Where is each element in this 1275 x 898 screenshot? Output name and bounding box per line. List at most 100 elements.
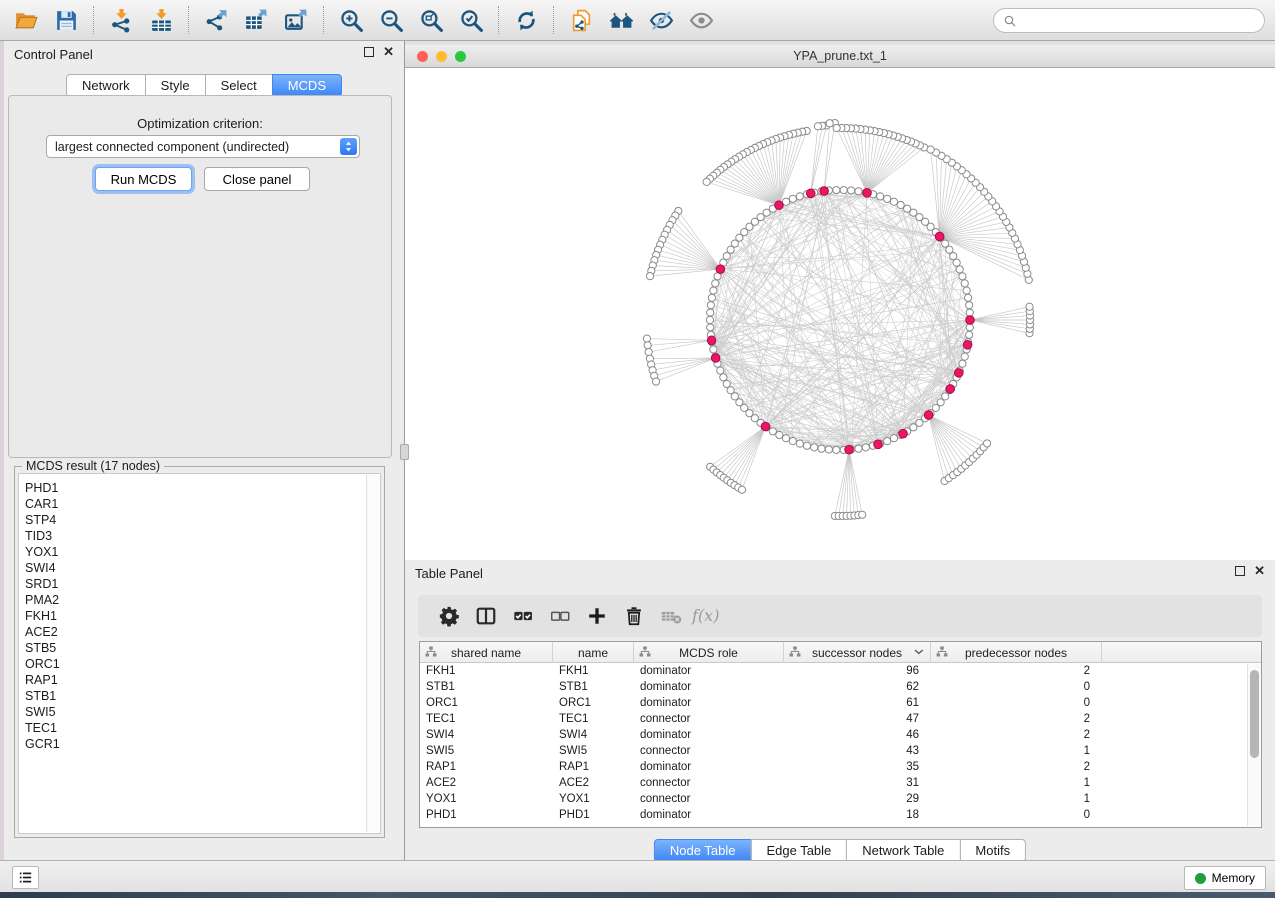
close-panel-icon[interactable]: ✕: [383, 47, 394, 57]
network-canvas[interactable]: [405, 68, 1275, 560]
close-panel-button[interactable]: Close panel: [204, 167, 310, 191]
dominator-node[interactable]: [806, 189, 815, 198]
dominator-node[interactable]: [775, 201, 784, 210]
network-node[interactable]: [796, 193, 803, 200]
export-table-icon[interactable]: [236, 3, 276, 37]
tab-select[interactable]: Select: [205, 74, 273, 97]
network-node[interactable]: [953, 259, 960, 266]
table-scrollbar-thumb[interactable]: [1250, 670, 1259, 758]
import-table-icon[interactable]: [141, 3, 181, 37]
network-node[interactable]: [782, 435, 789, 442]
memory-button[interactable]: Memory: [1184, 866, 1266, 890]
satellite-node[interactable]: [859, 511, 866, 518]
network-node[interactable]: [966, 302, 973, 309]
network-node[interactable]: [769, 428, 776, 435]
satellite-node[interactable]: [738, 486, 745, 493]
satellite-node[interactable]: [1026, 303, 1033, 310]
dominator-node[interactable]: [899, 429, 908, 438]
network-node[interactable]: [890, 435, 897, 442]
dominator-node[interactable]: [711, 354, 720, 363]
table-row[interactable]: PHD1PHD1dominator180: [420, 807, 1261, 823]
network-node[interactable]: [884, 438, 891, 445]
satellite-node[interactable]: [703, 178, 710, 185]
optimization-dropdown[interactable]: largest connected component (undirected): [46, 135, 360, 158]
search-input[interactable]: [1023, 14, 1256, 28]
float-panel-icon[interactable]: [364, 47, 374, 57]
settings-gear-icon[interactable]: [430, 598, 467, 634]
satellite-node[interactable]: [927, 146, 934, 153]
dominator-node[interactable]: [966, 316, 975, 325]
network-node[interactable]: [961, 353, 968, 360]
zoom-out-icon[interactable]: [371, 3, 411, 37]
network-node[interactable]: [963, 287, 970, 294]
deselect-all-icon[interactable]: [541, 598, 578, 634]
network-node[interactable]: [723, 252, 730, 259]
double-home-icon[interactable]: [601, 3, 641, 37]
satellite-node[interactable]: [983, 440, 990, 447]
network-node[interactable]: [710, 346, 717, 353]
satellite-node[interactable]: [814, 123, 821, 130]
dominator-node[interactable]: [924, 411, 933, 420]
network-node[interactable]: [840, 186, 847, 193]
network-node[interactable]: [966, 324, 973, 331]
dominator-node[interactable]: [707, 336, 716, 345]
export-image-icon[interactable]: [276, 3, 316, 37]
network-node[interactable]: [890, 198, 897, 205]
tab-motifs[interactable]: Motifs: [959, 839, 1026, 862]
zoom-in-icon[interactable]: [331, 3, 371, 37]
tab-style[interactable]: Style: [145, 74, 206, 97]
table-row[interactable]: YOX1YOX1connector291: [420, 791, 1261, 807]
column-header-predecessor-nodes[interactable]: predecessor nodes: [931, 642, 1102, 663]
window-maximize-light[interactable]: [455, 51, 466, 62]
satellite-node[interactable]: [644, 342, 651, 349]
network-node[interactable]: [959, 273, 966, 280]
table-row[interactable]: ORC1ORC1dominator610: [420, 695, 1261, 711]
run-mcds-button[interactable]: Run MCDS: [95, 167, 192, 191]
satellite-node[interactable]: [645, 348, 652, 355]
network-node[interactable]: [707, 302, 714, 309]
dominator-node[interactable]: [946, 385, 955, 394]
column-header-name[interactable]: name: [553, 642, 634, 663]
zoom-selected-icon[interactable]: [451, 3, 491, 37]
network-node[interactable]: [897, 201, 904, 208]
network-node[interactable]: [796, 440, 803, 447]
tab-network-table[interactable]: Network Table: [846, 839, 960, 862]
dominator-node[interactable]: [863, 189, 872, 198]
network-node[interactable]: [789, 195, 796, 202]
dominator-node[interactable]: [963, 341, 972, 350]
network-node[interactable]: [956, 266, 963, 273]
task-history-button[interactable]: [12, 866, 39, 889]
dominator-node[interactable]: [935, 232, 944, 241]
network-node[interactable]: [707, 324, 714, 331]
window-close-light[interactable]: [417, 51, 428, 62]
mcds-result-list[interactable]: PHD1CAR1STP4TID3YOX1SWI4SRD1PMA2FKH1ACE2…: [18, 473, 381, 834]
network-node[interactable]: [707, 309, 714, 316]
table-row[interactable]: SWI5SWI5connector431: [420, 743, 1261, 759]
refresh-icon[interactable]: [506, 3, 546, 37]
network-node[interactable]: [904, 205, 911, 212]
clone-network-icon[interactable]: [561, 3, 601, 37]
satellite-node[interactable]: [652, 378, 659, 385]
network-node[interactable]: [712, 280, 719, 287]
network-node[interactable]: [706, 316, 713, 323]
network-node[interactable]: [818, 445, 825, 452]
network-node[interactable]: [803, 442, 810, 449]
network-node[interactable]: [855, 445, 862, 452]
save-icon[interactable]: [46, 3, 86, 37]
import-network-icon[interactable]: [101, 3, 141, 37]
table-scrollbar-track[interactable]: [1247, 664, 1261, 826]
zoom-fit-icon[interactable]: [411, 3, 451, 37]
dominator-node[interactable]: [954, 369, 963, 378]
table-row[interactable]: ACE2ACE2connector311: [420, 775, 1261, 791]
network-node[interactable]: [877, 193, 884, 200]
column-header-successor-nodes[interactable]: successor nodes: [784, 642, 931, 663]
network-node[interactable]: [855, 188, 862, 195]
network-graph[interactable]: [405, 68, 1275, 560]
network-node[interactable]: [776, 431, 783, 438]
dominator-node[interactable]: [716, 265, 725, 274]
dominator-node[interactable]: [820, 187, 829, 196]
network-node[interactable]: [717, 367, 724, 374]
satellite-node[interactable]: [833, 124, 840, 131]
dominator-node[interactable]: [845, 445, 854, 454]
network-node[interactable]: [833, 446, 840, 453]
